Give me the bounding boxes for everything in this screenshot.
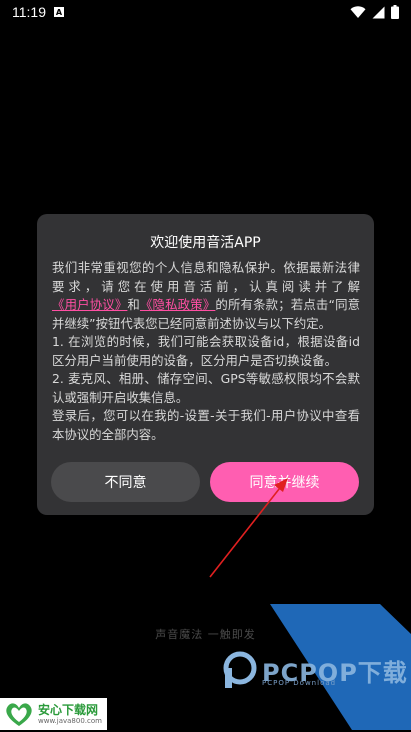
anxin-watermark: 安心下载网 www.java800.com [0,698,107,730]
dialog-title: 欢迎使用音活APP [150,235,261,251]
status-bar: 11:19 A [0,0,411,24]
dialog-item-2: 2. 麦克风、相册、储存空间、GPS等敏感权限均不会默认或强制开启收集信息。 [52,371,360,405]
a-square-icon: A [54,7,64,17]
privacy-policy-link[interactable]: 《隐私政策》 [140,297,215,312]
anxin-url: www.java800.com [38,716,102,725]
disagree-button[interactable]: 不同意 [51,462,200,502]
signal-icon [372,6,385,18]
intro-text: 我们非常重视您的个人信息和隐私保护。依据最新法律要求，请您在使用音活前，认真阅读… [52,260,360,294]
status-time: 11:19 [12,4,46,20]
anxin-texts: 安心下载网 www.java800.com [38,703,102,726]
dialog-item-1: 1. 在浏览的时候，我们可能会获取设备id，根据设备id区分用户当前使用的设备，… [52,334,360,368]
dialog-intro: 我们非常重视您的个人信息和隐私保护。依据最新法律要求，请您在使用音活前，认真阅读… [52,259,360,333]
anxin-logo-icon [3,700,35,728]
dialog-footer-note: 登录后，您可以在我的-设置-关于我们-用户协议中查看本协议的全部内容。 [52,408,360,442]
pcpop-subtext: PCPOP Download [262,679,337,687]
wifi-icon [350,5,366,18]
battery-icon [391,5,399,19]
status-left: 11:19 A [12,4,64,20]
dialog-body: 我们非常重视您的个人信息和隐私保护。依据最新法律要求，请您在使用音活前，认真阅读… [52,259,360,444]
user-agreement-link[interactable]: 《用户协议》 [52,297,127,312]
annotation-arrow-icon [209,478,288,578]
pcpop-logo-icon [223,651,257,688]
status-right [350,5,399,19]
anxin-title: 安心下载网 [38,702,99,717]
and-text: 和 [127,297,140,312]
